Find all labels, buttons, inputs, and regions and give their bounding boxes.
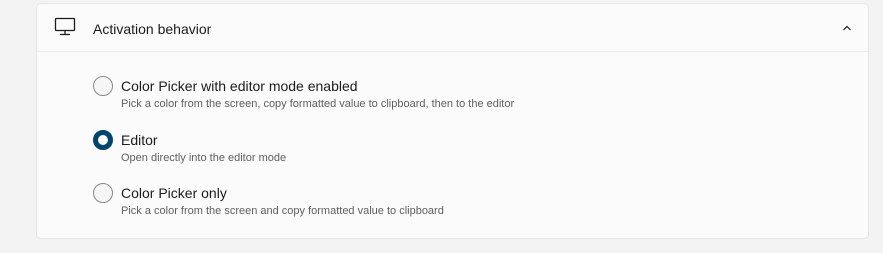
radio-option-label: Color Picker only — [121, 185, 227, 201]
section-header[interactable]: Activation behavior — [37, 4, 868, 52]
section-title: Activation behavior — [93, 21, 212, 37]
radio-button[interactable] — [93, 130, 113, 150]
radio-option-label: Editor — [121, 132, 158, 148]
radio-option-description: Pick a color from the screen and copy fo… — [121, 205, 444, 217]
radio-option-color-picker-only[interactable]: Color Picker only Pick a color from the … — [93, 182, 653, 222]
radio-button[interactable] — [93, 183, 113, 203]
monitor-icon — [54, 17, 76, 37]
radio-button[interactable] — [93, 76, 113, 96]
radio-option-label: Color Picker with editor mode enabled — [121, 78, 358, 94]
activation-behavior-card: Activation behavior Color Picker with ed… — [36, 3, 869, 239]
radio-option-description: Open directly into the editor mode — [121, 152, 287, 164]
chevron-up-icon[interactable] — [840, 21, 854, 35]
radio-option-editor[interactable]: Editor Open directly into the editor mod… — [93, 129, 653, 169]
radio-option-color-picker-editor[interactable]: Color Picker with editor mode enabled Pi… — [93, 75, 653, 115]
radio-option-description: Pick a color from the screen, copy forma… — [121, 98, 515, 110]
